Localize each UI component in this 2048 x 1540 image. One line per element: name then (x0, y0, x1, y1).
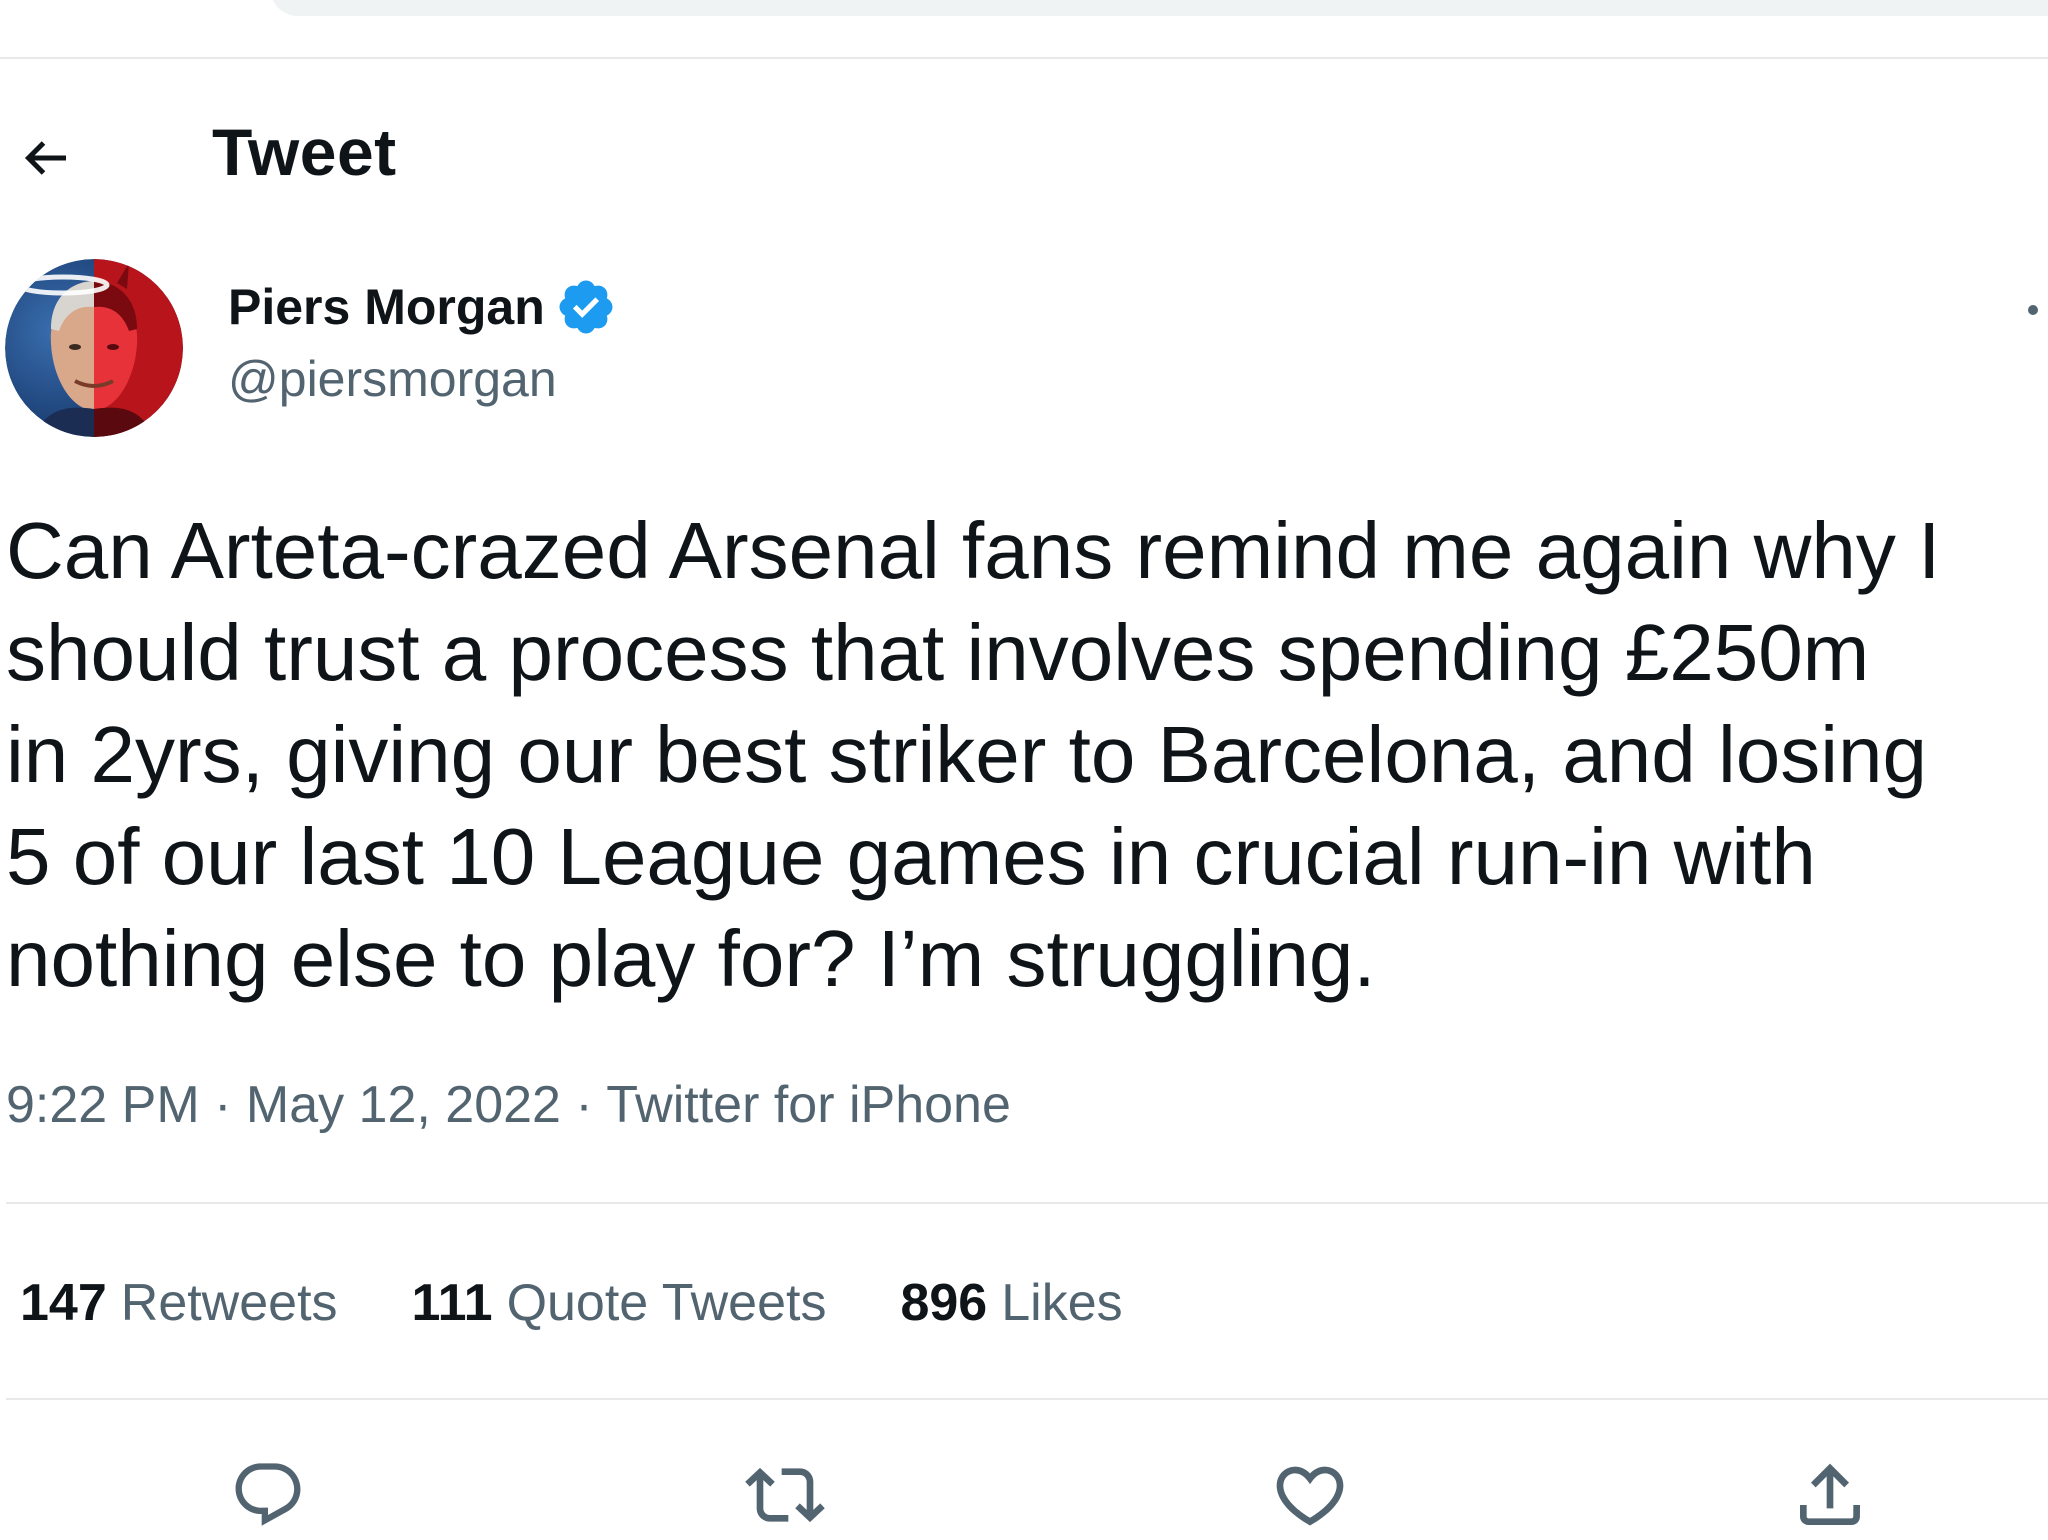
author-name: Piers Morgan (228, 279, 545, 335)
back-button[interactable] (8, 120, 84, 196)
quote-tweets-label: Quote Tweets (506, 1274, 827, 1332)
tweet-text: Can Arteta-crazed Arsenal fans remind me… (6, 500, 2046, 1010)
more-dots-icon (2028, 305, 2038, 315)
meta-separator: · (199, 1076, 246, 1134)
more-options-button[interactable] (2010, 290, 2048, 330)
tweet-date[interactable]: May 12, 2022 (246, 1076, 561, 1134)
quote-tweets-stat[interactable]: 111 Quote Tweets (412, 1273, 827, 1333)
share-upload-icon (1800, 1463, 1860, 1525)
tweet-stats: 147 Retweets 111 Quote Tweets 896 Likes (20, 1268, 1123, 1338)
top-search-bar[interactable] (270, 0, 2048, 16)
likes-count: 896 (900, 1274, 988, 1332)
tweet-source[interactable]: Twitter for iPhone (606, 1076, 1011, 1134)
likes-stat[interactable]: 896 Likes (900, 1273, 1122, 1333)
quote-tweets-count: 111 (411, 1274, 493, 1332)
meta-separator: · (560, 1076, 607, 1134)
tweet-time[interactable]: 9:22 PM (6, 1076, 200, 1134)
tweet-text-line: 5 of our last 10 League games in crucial… (6, 812, 1816, 901)
verified-badge-icon (555, 276, 617, 338)
divider (6, 1202, 2048, 1204)
tweet-text-line: nothing else to play for? I’m struggling… (6, 914, 1376, 1003)
tweet-text-line: should trust a process that involves spe… (6, 608, 1870, 697)
speech-bubble-icon (235, 1463, 301, 1526)
retweets-label: Retweets (120, 1274, 338, 1332)
tweet-text-line: Can Arteta-crazed Arsenal fans remind me… (6, 506, 1941, 595)
heart-icon (1276, 1466, 1344, 1526)
arrow-left-icon (24, 141, 66, 175)
share-button[interactable] (1785, 1450, 1875, 1540)
tweet-meta: 9:22 PM · May 12, 2022 · Twitter for iPh… (6, 1075, 1011, 1135)
tweet-header: Tweet (0, 100, 2048, 210)
page-title: Tweet (212, 115, 397, 189)
avatar[interactable] (5, 259, 183, 437)
author-name-row[interactable]: Piers Morgan (228, 272, 617, 342)
author-handle[interactable]: @piersmorgan (228, 350, 557, 408)
tweet-text-line: in 2yrs, giving our best striker to Barc… (6, 710, 1927, 799)
top-divider (0, 57, 2048, 59)
tweet-actions (0, 1440, 2048, 1536)
reply-button[interactable] (223, 1450, 313, 1540)
like-button[interactable] (1265, 1450, 1355, 1540)
retweet-button[interactable] (740, 1450, 830, 1540)
avatar-image (5, 259, 183, 437)
likes-label: Likes (1001, 1274, 1123, 1332)
divider (6, 1398, 2048, 1400)
retweets-stat[interactable]: 147 Retweets (20, 1273, 338, 1333)
retweets-count: 147 (20, 1274, 107, 1332)
retweet-arrows-icon (745, 1467, 825, 1523)
